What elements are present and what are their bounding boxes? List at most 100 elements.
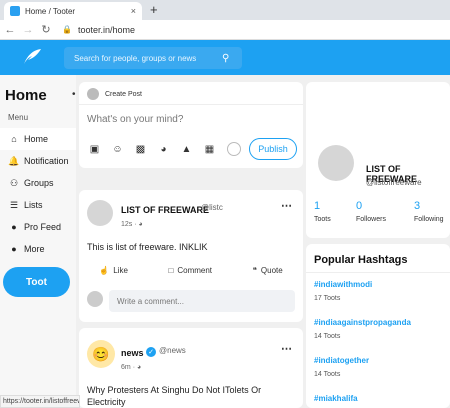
left-sidebar: Home • Menu ⌂ Home 🔔 Notification ⚇ Grou…: [0, 75, 76, 395]
toot-button[interactable]: Toot: [3, 267, 70, 297]
sidebar-item-label: More: [24, 244, 45, 254]
reload-icon[interactable]: ↻: [38, 23, 54, 36]
more-options-icon[interactable]: ⋯: [281, 199, 292, 212]
stat-followers[interactable]: 0 Followers: [356, 200, 386, 223]
comment-icon: □: [168, 266, 174, 275]
profile-card: LIST OF FREEWARE @listoffreeware 1 Toots…: [306, 82, 450, 238]
hashtags-title: Popular Hashtags: [314, 254, 408, 266]
forward-arrow-icon[interactable]: →: [20, 24, 36, 36]
profile-handle: @listoffreeware: [366, 178, 422, 187]
sidebar-item-notification[interactable]: 🔔 Notification: [0, 150, 76, 172]
post-input[interactable]: What's on your mind?: [87, 114, 183, 125]
browser-status-url: https://tooter.in/listoffreeware: [0, 395, 80, 408]
stat-value: 3: [414, 200, 421, 212]
avatar: [87, 88, 99, 100]
sidebar-toggle-dot[interactable]: •: [72, 89, 76, 100]
browser-tab[interactable]: Home / Tooter ×: [4, 2, 142, 20]
verified-badge-icon: ✓: [146, 347, 156, 357]
tooter-favicon-icon: [10, 6, 20, 16]
sidebar-item-label: Pro Feed: [24, 222, 62, 232]
hashtag-name[interactable]: #indiatogether: [314, 356, 450, 365]
comment-button[interactable]: □ Comment: [169, 266, 213, 275]
post-actions: ☝ Like □ Comment ❝ Quote: [79, 266, 303, 275]
post-text: Why Protesters At Singhu Do Not ITolets …: [87, 385, 262, 407]
stat-following[interactable]: 3 Following: [414, 200, 444, 223]
stat-label: Following: [414, 216, 444, 223]
lock-icon: 🔒: [62, 25, 72, 34]
thumbs-up-icon: ☝: [99, 266, 110, 275]
stat-toots[interactable]: 1 Toots: [314, 200, 331, 223]
compose-header: Create Post: [87, 88, 142, 100]
compose-header-label: Create Post: [105, 90, 142, 98]
bell-icon: 🔔: [8, 155, 20, 166]
browser-tab-bar: Home / Tooter × +: [0, 0, 450, 20]
post-author[interactable]: LIST OF FREEWARE: [121, 205, 209, 215]
post-time: 12s: [121, 221, 133, 228]
hashtag-item[interactable]: #miakhalifa: [314, 394, 450, 403]
list-icon: ☰: [9, 199, 19, 210]
hashtag-count: 17 Toots: [314, 295, 341, 302]
hashtag-item[interactable]: #indiatogether 14 Toots: [314, 356, 450, 378]
more-icon: ●: [11, 244, 17, 254]
post-time: 6m: [121, 364, 131, 371]
post-handle[interactable]: @news: [159, 346, 186, 355]
avatar[interactable]: [318, 145, 354, 181]
avatar: [87, 291, 103, 307]
post-handle[interactable]: @listc: [201, 203, 223, 212]
comment-input[interactable]: Write a comment...: [109, 290, 295, 312]
new-tab-button[interactable]: +: [150, 2, 158, 17]
publish-button[interactable]: Publish: [249, 138, 297, 160]
close-tab-icon[interactable]: ×: [131, 6, 136, 16]
emoji-icon[interactable]: ☺: [112, 144, 123, 155]
like-button[interactable]: ☝ Like: [99, 266, 128, 275]
divider: [79, 104, 303, 105]
sidebar-item-label: Lists: [24, 200, 43, 210]
sidebar-item-more[interactable]: ● More: [0, 238, 76, 260]
hashtag-item[interactable]: #indiaagainstpropaganda 14 Toots: [314, 318, 450, 340]
like-label: Like: [113, 266, 128, 275]
hashtag-name[interactable]: #miakhalifa: [314, 394, 450, 403]
tooter-logo-icon[interactable]: [22, 48, 42, 66]
stat-label: Followers: [356, 216, 386, 223]
divider: [306, 272, 450, 273]
popular-hashtags-card: Popular Hashtags #indiawithmodi 17 Toots…: [306, 244, 450, 408]
search-bar[interactable]: Search for people, groups or news ⚲: [64, 47, 242, 69]
quote-label: Quote: [260, 266, 283, 275]
post-meta: 12s · ◕: [121, 221, 143, 228]
globe-icon: ◕: [136, 364, 142, 371]
compose-toolbar: ▣ ☺ ▩ ◕ ▲ ▦: [89, 144, 215, 155]
more-options-icon[interactable]: ⋯: [281, 342, 292, 355]
hashtag-name[interactable]: #indiawithmodi: [314, 280, 450, 289]
globe-icon[interactable]: ◕: [158, 144, 169, 155]
image-icon[interactable]: ▣: [89, 144, 100, 155]
sidebar-item-label: Notification: [24, 156, 69, 166]
hashtag-name[interactable]: #indiaagainstpropaganda: [314, 318, 450, 327]
url-field[interactable]: tooter.in/home: [78, 25, 135, 35]
post-card: LIST OF FREEWARE @listc ⋯ 12s · ◕ This i…: [79, 190, 303, 322]
post-author[interactable]: news: [121, 348, 144, 358]
sidebar-item-pro-feed[interactable]: ● Pro Feed: [0, 216, 76, 238]
quote-button[interactable]: ❝ Quote: [253, 266, 283, 275]
sidebar-item-lists[interactable]: ☰ Lists: [0, 194, 76, 216]
app-header: Search for people, groups or news ⚲: [0, 40, 450, 75]
search-icon[interactable]: ⚲: [222, 53, 242, 64]
stat-value: 1: [314, 200, 321, 212]
tab-title: Home / Tooter: [25, 6, 76, 16]
hashtag-item[interactable]: #indiawithmodi 17 Toots: [314, 280, 450, 302]
avatar[interactable]: 😊: [87, 340, 115, 368]
address-bar: ← → ↻ 🔒 tooter.in/home: [0, 20, 450, 40]
chart-icon[interactable]: ▩: [135, 144, 146, 155]
hashtag-count: 14 Toots: [314, 371, 341, 378]
quote-icon: ❝: [252, 266, 257, 275]
warning-icon[interactable]: ▲: [181, 144, 192, 155]
post-card: 😊 news ✓ @news ⋯ 6m · ◕ Why Protesters A…: [79, 328, 303, 408]
home-icon: ⌂: [11, 134, 17, 144]
stat-value: 0: [356, 200, 363, 212]
avatar[interactable]: [87, 200, 113, 226]
post-meta: 6m · ◕: [121, 364, 141, 371]
calendar-icon[interactable]: ▦: [204, 144, 215, 155]
sidebar-item-home[interactable]: ⌂ Home: [0, 128, 76, 150]
search-input[interactable]: Search for people, groups or news: [74, 54, 222, 63]
back-arrow-icon[interactable]: ←: [2, 24, 18, 36]
sidebar-item-groups[interactable]: ⚇ Groups: [0, 172, 76, 194]
